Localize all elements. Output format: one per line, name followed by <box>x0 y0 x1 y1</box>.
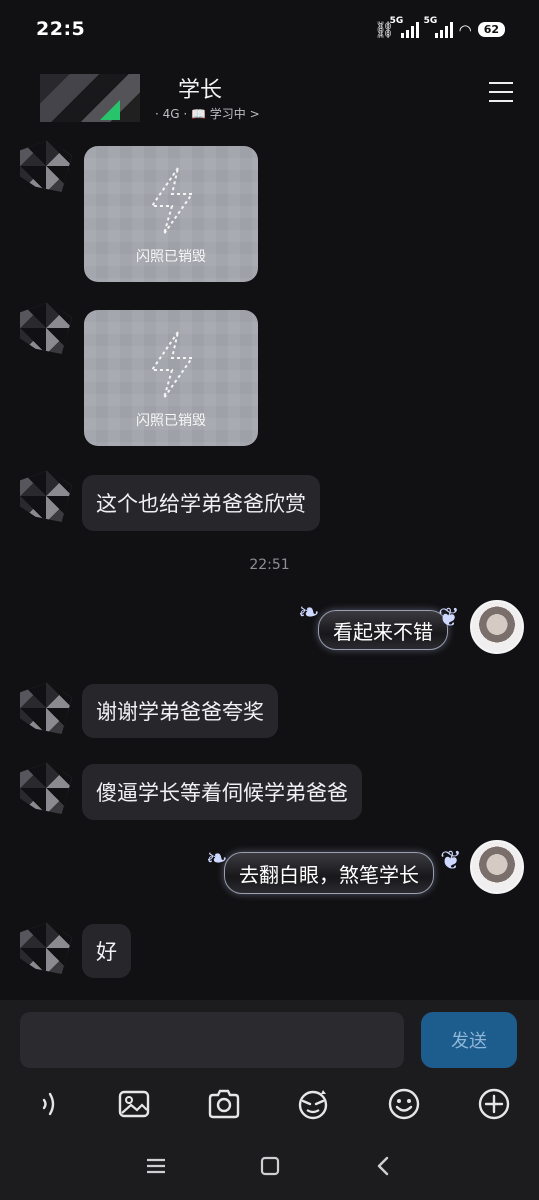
voice-icon[interactable] <box>30 1086 66 1122</box>
image-icon[interactable] <box>116 1086 152 1122</box>
system-nav-bar <box>0 1130 539 1200</box>
menu-icon[interactable] <box>489 82 513 102</box>
message-input[interactable] <box>20 1012 404 1068</box>
send-button[interactable]: 发送 <box>421 1012 517 1068</box>
my-avatar[interactable] <box>470 600 524 654</box>
message-bubble[interactable]: 傻逼学长等着伺候学弟爸爸 <box>82 764 362 820</box>
avatar[interactable] <box>20 762 72 814</box>
plus-icon[interactable] <box>476 1086 512 1122</box>
camera-icon[interactable] <box>206 1086 242 1122</box>
wing-decoration-icon: ❧ <box>298 598 320 628</box>
message-bubble[interactable]: 去翻白眼，煞笔学长 <box>224 852 434 894</box>
avatar[interactable] <box>20 140 72 192</box>
contact-name[interactable]: 学长 <box>178 72 222 104</box>
lightning-icon <box>150 167 194 235</box>
wifi-icon: ◠ <box>458 20 472 39</box>
message-bubble[interactable]: 好 <box>82 924 131 978</box>
input-bar: 发送 <box>0 1000 539 1080</box>
message-bubble[interactable]: 看起来不错 <box>318 610 448 650</box>
flash-photo[interactable]: 闪照已销毁 <box>84 146 258 282</box>
avatar[interactable] <box>20 922 72 974</box>
back-icon[interactable] <box>372 1154 396 1178</box>
avatar[interactable] <box>20 682 72 734</box>
online-status-icon <box>100 100 120 120</box>
flash-caption: 闪照已销毁 <box>136 249 206 265</box>
lightning-icon <box>150 331 194 399</box>
input-toolbar <box>0 1080 539 1130</box>
emoji-icon[interactable] <box>386 1086 422 1122</box>
my-avatar[interactable] <box>470 840 524 894</box>
message-bubble[interactable]: 这个也给学弟爸爸欣赏 <box>82 475 320 531</box>
flash-caption: 闪照已销毁 <box>136 413 206 429</box>
menu-icon[interactable] <box>144 1154 168 1178</box>
wing-decoration-icon: ❦ <box>438 603 460 633</box>
home-icon[interactable] <box>258 1154 282 1178</box>
status-bar: 22:5 ⛓ 5G 5G ◠ 62 <box>0 0 539 60</box>
avatar[interactable] <box>20 302 72 354</box>
avatar[interactable] <box>20 470 72 522</box>
contact-avatar[interactable] <box>40 74 140 122</box>
wing-decoration-icon: ❦ <box>440 846 462 876</box>
contact-status[interactable]: · 4G · 📖 学习中 > <box>155 105 260 122</box>
message-timestamp: 22:51 <box>249 557 290 573</box>
message-list[interactable]: 闪照已销毁 闪照已销毁 这个也给学弟爸爸欣赏 22:51 ❧ 看起来不错 ❦ 谢… <box>0 138 539 1000</box>
status-time: 22:5 <box>36 18 86 40</box>
signal-icon: 5G <box>424 16 453 38</box>
chat-header: 学长 · 4G · 📖 学习中 > <box>0 60 539 138</box>
flash-photo[interactable]: 闪照已销毁 <box>84 310 258 446</box>
signal-icon: 5G <box>390 16 419 38</box>
message-bubble[interactable]: 谢谢学弟爸爸夸奖 <box>82 684 278 738</box>
battery-indicator: 62 <box>477 22 505 37</box>
sticker-icon[interactable] <box>295 1086 331 1122</box>
